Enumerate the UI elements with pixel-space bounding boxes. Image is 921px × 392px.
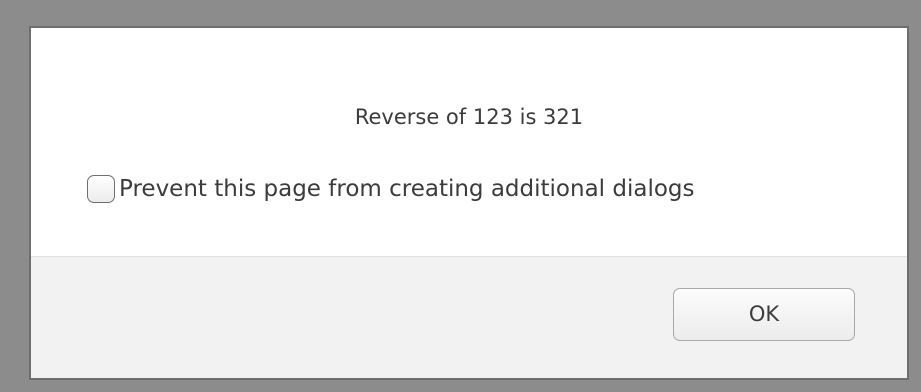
prevent-dialogs-checkbox[interactable] xyxy=(87,175,115,203)
alert-dialog: Reverse of 123 is 321 Prevent this page … xyxy=(29,26,909,380)
dialog-footer: OK xyxy=(31,256,907,378)
ok-button[interactable]: OK xyxy=(673,288,855,341)
prevent-dialogs-option[interactable]: Prevent this page from creating addition… xyxy=(87,174,695,204)
dialog-message: Reverse of 123 is 321 xyxy=(354,105,584,129)
prevent-dialogs-label[interactable]: Prevent this page from creating addition… xyxy=(119,174,695,204)
dialog-content: Reverse of 123 is 321 Prevent this page … xyxy=(31,28,907,256)
